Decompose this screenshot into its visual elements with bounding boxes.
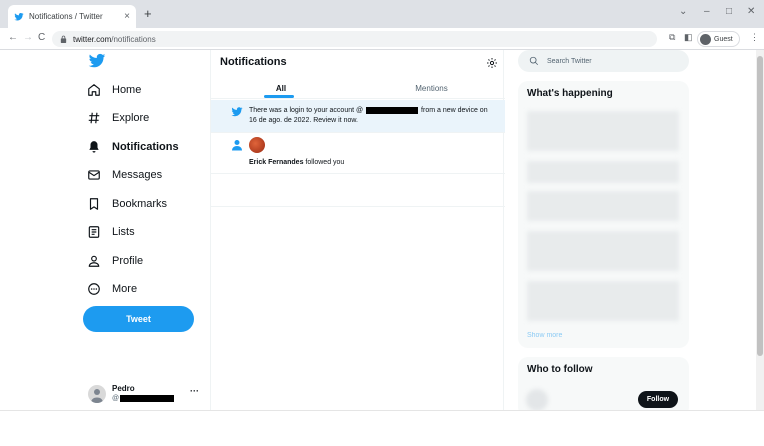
- new-tab-button[interactable]: +: [144, 6, 152, 21]
- gear-icon[interactable]: [486, 57, 498, 69]
- sidebar-item-home[interactable]: Home: [86, 79, 141, 101]
- tweet-button[interactable]: Tweet: [83, 306, 194, 332]
- sidebar-item-label: More: [112, 283, 138, 295]
- sidebar-item-label: Home: [112, 84, 142, 96]
- translate-icon[interactable]: ⧉: [669, 32, 675, 43]
- sidebar-item-more[interactable]: More: [86, 278, 137, 300]
- twitter-logo-icon[interactable]: [87, 52, 107, 70]
- blurred-trend[interactable]: [527, 191, 679, 221]
- bell-icon: [86, 139, 102, 155]
- sidebar-item-profile[interactable]: Profile: [86, 250, 143, 272]
- bookmark-icon: [86, 196, 102, 212]
- sidebar-item-label: Profile: [112, 255, 144, 267]
- forward-button[interactable]: →: [23, 32, 33, 43]
- page-title: Notifications: [220, 56, 287, 68]
- reload-button[interactable]: C: [38, 32, 45, 43]
- home-icon: [86, 82, 102, 98]
- blurred-trend[interactable]: [527, 111, 679, 151]
- sidebar-item-label: Notifications: [112, 141, 179, 153]
- sidebar-item-explore[interactable]: Explore: [86, 107, 149, 129]
- avatar[interactable]: [249, 137, 265, 153]
- minimize-button[interactable]: –: [704, 6, 710, 17]
- who-to-follow-panel: Who to follow Follow: [518, 357, 689, 410]
- trends-panel: What's happening Show more: [518, 81, 689, 348]
- blurred-trend[interactable]: [527, 161, 679, 183]
- sidebar-item-label: Messages: [112, 169, 163, 181]
- tab-search-chevron-icon[interactable]: ⌄: [679, 6, 687, 17]
- notifications-column: Notifications All Mentions There was a l…: [210, 50, 505, 410]
- close-window-button[interactable]: ✕: [747, 6, 755, 17]
- redacted-handle: [120, 395, 174, 402]
- sidebar-item-label: Lists: [112, 226, 135, 238]
- person-icon: [86, 253, 102, 269]
- envelope-icon: [86, 167, 102, 183]
- maximize-button[interactable]: □: [726, 6, 732, 17]
- browser-tab-title: Notifications / Twitter: [29, 12, 103, 21]
- scrollbar-thumb[interactable]: [757, 56, 763, 356]
- url-host: twitter.com: [73, 34, 112, 44]
- account-handle: @: [112, 395, 120, 402]
- url-path: /notifications: [111, 34, 156, 44]
- follow-button[interactable]: Follow: [638, 391, 678, 408]
- hashtag-icon: [86, 110, 102, 126]
- search-placeholder: Search Twitter: [547, 57, 592, 65]
- account-name: Pedro: [112, 384, 135, 393]
- sidebar-item-label: Bookmarks: [112, 198, 168, 210]
- twitter-bird-icon: [231, 107, 243, 117]
- lock-icon: [60, 35, 67, 43]
- profile-label: Guest: [714, 35, 733, 43]
- sidebar-item-lists[interactable]: Lists: [86, 221, 135, 243]
- address-bar[interactable]: twitter.com/notifications: [52, 31, 657, 47]
- browser-menu-icon[interactable]: ⋮: [750, 32, 759, 43]
- browser-tab-strip: Notifications / Twitter × + ⌄ – □ ✕: [0, 0, 764, 28]
- search-input[interactable]: Search Twitter: [518, 50, 689, 72]
- blurred-trend[interactable]: [527, 281, 679, 321]
- follow-action: followed you: [303, 159, 345, 166]
- profile-button[interactable]: Guest: [697, 31, 740, 47]
- empty-row: [211, 174, 505, 207]
- account-switcher[interactable]: Pedro @ ···: [88, 383, 203, 407]
- browser-tab[interactable]: Notifications / Twitter ×: [8, 5, 136, 28]
- redacted-handle: [366, 107, 418, 114]
- back-button[interactable]: ←: [8, 32, 18, 43]
- avatar[interactable]: [526, 389, 548, 410]
- side-panel-icon[interactable]: ◧: [684, 32, 693, 43]
- sidebar-item-notifications[interactable]: Notifications: [86, 136, 179, 158]
- sidebar-item-messages[interactable]: Messages: [86, 164, 162, 186]
- account-more-icon[interactable]: ···: [190, 386, 199, 396]
- selected-tab-indicator: [264, 95, 294, 98]
- list-icon: [86, 224, 102, 240]
- empty-window-area: [0, 410, 764, 446]
- notification-text: Erick Fernandes followed you: [249, 159, 344, 166]
- who-to-follow-title: Who to follow: [527, 364, 593, 375]
- show-more-link[interactable]: Show more: [527, 332, 562, 339]
- trends-title: What's happening: [527, 88, 613, 99]
- tab-mentions[interactable]: Mentions: [358, 77, 505, 99]
- twitter-page: Home Explore Notifications Messages Book…: [0, 50, 756, 410]
- sidebar-item-bookmarks[interactable]: Bookmarks: [86, 193, 167, 215]
- person-filled-icon: [232, 140, 242, 151]
- list-item[interactable]: There was a login to your account @ from…: [211, 100, 505, 133]
- login-text-start: There was a login to your account @: [249, 107, 364, 114]
- list-item[interactable]: Erick Fernandes followed you: [211, 134, 505, 174]
- avatar: [88, 385, 106, 403]
- blurred-trend[interactable]: [527, 231, 679, 271]
- browser-toolbar: ← → C twitter.com/notifications ⧉ ◧ Gues…: [0, 28, 764, 50]
- notification-tabs: All Mentions: [211, 77, 505, 99]
- guest-avatar-icon: [700, 33, 711, 45]
- follower-name[interactable]: Erick Fernandes: [249, 159, 303, 166]
- page-scrollbar[interactable]: [756, 50, 764, 410]
- search-icon: [529, 56, 539, 66]
- close-tab-icon[interactable]: ×: [124, 11, 130, 22]
- twitter-bird-icon: [14, 12, 24, 20]
- more-circle-icon: [86, 281, 102, 297]
- sidebar-item-label: Explore: [112, 112, 150, 124]
